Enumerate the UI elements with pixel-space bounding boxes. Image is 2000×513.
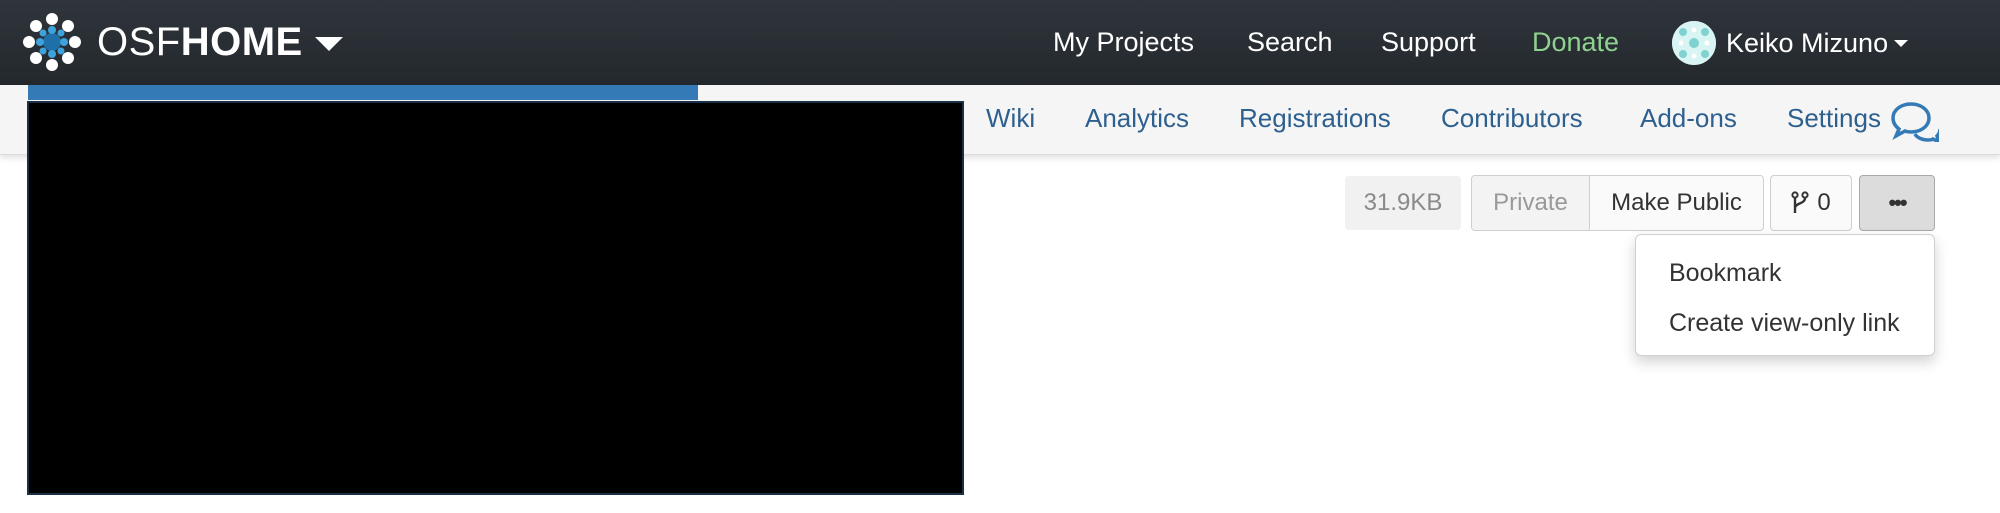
more-options-dropdown: Bookmark Create view-only link — [1635, 234, 1935, 356]
fork-count: 0 — [1817, 189, 1831, 216]
tab-analytics[interactable]: Analytics — [1085, 100, 1189, 136]
user-name: Keiko Mizuno — [1726, 27, 1889, 58]
private-status-button: Private — [1472, 176, 1590, 230]
project-size-badge: 31.9KB — [1345, 176, 1461, 230]
more-options-button[interactable]: ••• — [1859, 175, 1935, 231]
nav-support[interactable]: Support — [1381, 22, 1476, 62]
tab-registrations[interactable]: Registrations — [1239, 100, 1391, 136]
code-fork-icon — [1791, 191, 1809, 213]
brand-home-text: HOME — [180, 19, 303, 64]
tab-contributors[interactable]: Contributors — [1441, 100, 1583, 136]
redacted-project-header — [27, 101, 964, 495]
brand-label: OSFHOME — [97, 20, 303, 65]
brand-osf-text: OSF — [97, 19, 181, 64]
nav-my-projects[interactable]: My Projects — [1053, 22, 1194, 62]
nav-search[interactable]: Search — [1247, 22, 1333, 62]
dropdown-item-bookmark[interactable]: Bookmark — [1669, 256, 1782, 290]
osf-home-brand[interactable]: OSFHOME — [22, 12, 343, 72]
make-public-button[interactable]: Make Public — [1590, 176, 1763, 230]
comments-icon[interactable] — [1889, 100, 1939, 142]
fork-button[interactable]: 0 — [1770, 175, 1852, 231]
top-navbar: OSFHOME My Projects Search Support Donat… — [0, 0, 2000, 85]
user-menu[interactable]: Keiko Mizuno — [1672, 21, 1909, 65]
avatar — [1672, 21, 1716, 65]
osf-logo-icon — [23, 13, 81, 71]
caret-down-icon — [1894, 39, 1909, 47]
nav-donate[interactable]: Donate — [1532, 22, 1619, 62]
dropdown-item-create-view-only-link[interactable]: Create view-only link — [1669, 306, 1900, 340]
caret-down-icon[interactable] — [314, 37, 343, 51]
tab-add-ons[interactable]: Add-ons — [1640, 100, 1737, 136]
tab-wiki[interactable]: Wiki — [986, 100, 1035, 136]
avatar-pattern-icon — [1672, 21, 1716, 65]
privacy-button-group: Private Make Public — [1471, 175, 1764, 231]
tab-settings[interactable]: Settings — [1787, 100, 1881, 136]
project-title-accent-bar — [28, 85, 698, 100]
